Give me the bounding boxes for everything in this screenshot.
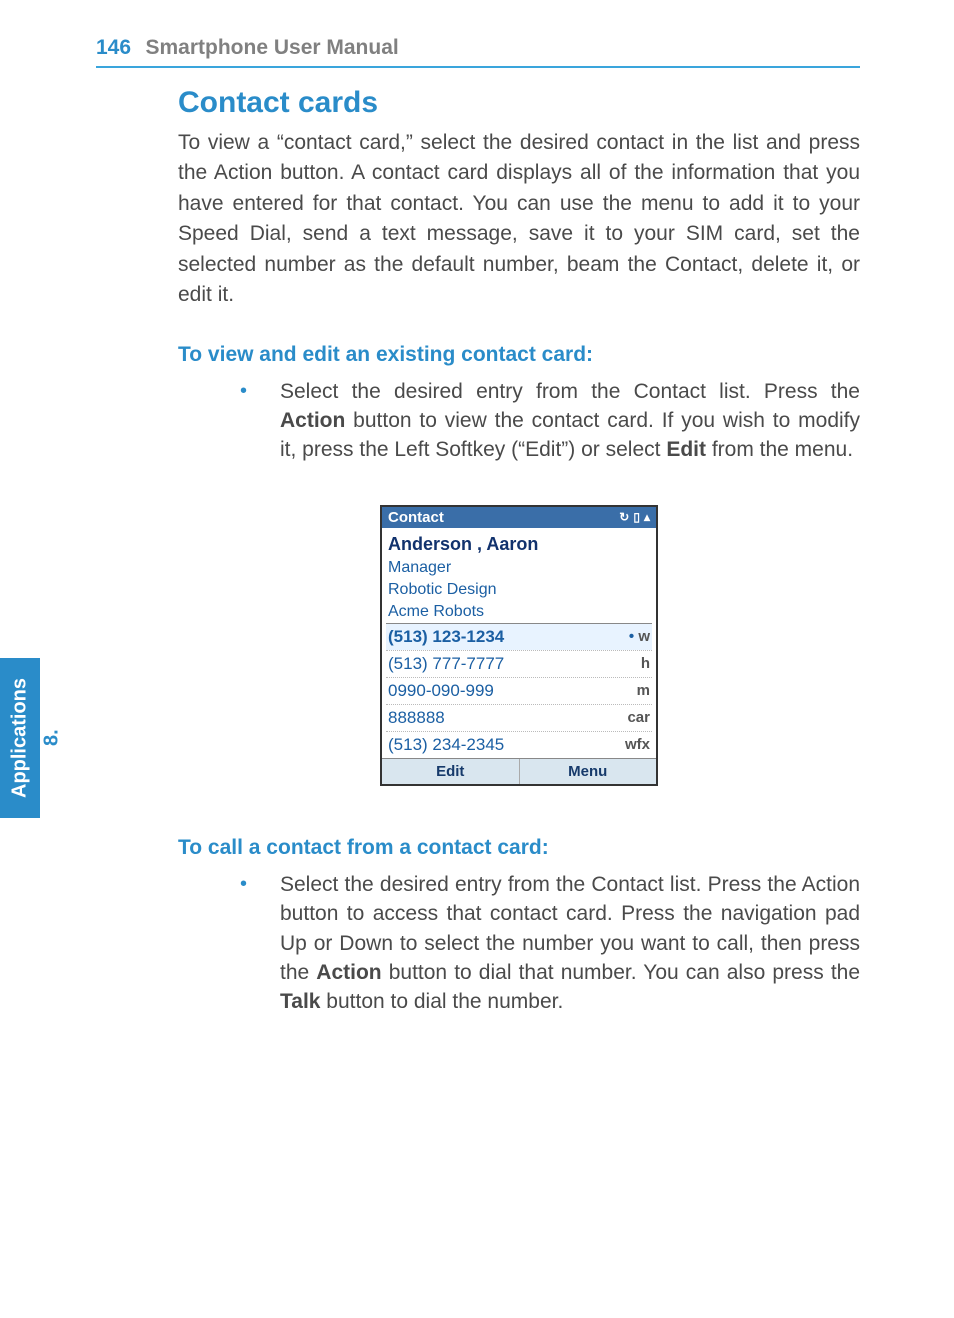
battery-icon: ▯ (633, 510, 640, 524)
subheading-call: To call a contact from a contact card: (178, 836, 860, 860)
phone-titlebar: Contact ↻ ▯ ▴ (382, 507, 656, 528)
contact-line-dept: Robotic Design (386, 579, 652, 601)
phone-number-tag: h (641, 655, 650, 672)
phone-number-row[interactable]: (513) 234-2345 wfx (386, 731, 652, 758)
phone-screenshot: Contact ↻ ▯ ▴ Anderson , Aaron Manager R… (380, 505, 658, 786)
softkey-edit[interactable]: Edit (382, 759, 520, 784)
phone-number: (513) 234-2345 (388, 735, 504, 755)
phone-number-tag: m (637, 682, 650, 699)
main-content: Contact cards To view a “contact card,” … (178, 86, 860, 1057)
section-intro: To view a “contact card,” select the des… (178, 128, 860, 311)
phone-softkey-bar: Edit Menu (382, 758, 656, 784)
phone-body: Anderson , Aaron Manager Robotic Design … (382, 528, 656, 758)
bullet-dot-icon: • (240, 377, 280, 465)
softkey-menu[interactable]: Menu (520, 759, 657, 784)
bullet-text-call: Select the desired entry from the Contac… (280, 870, 860, 1017)
signal-icon: ▴ (644, 510, 650, 524)
sync-icon: ↻ (619, 510, 629, 524)
phone-number-tag: w (629, 628, 650, 645)
side-tab-label: Applications (0, 658, 40, 818)
page-header: 146 Smartphone User Manual (96, 36, 860, 68)
phone-number: 888888 (388, 708, 445, 728)
bullet-view-edit: • Select the desired entry from the Cont… (240, 377, 860, 465)
subheading-view-edit: To view and edit an existing contact car… (178, 343, 860, 367)
phone-status-icons: ↻ ▯ ▴ (619, 510, 650, 524)
bullet-text-view-edit: Select the desired entry from the Contac… (280, 377, 860, 465)
section-title: Contact cards (178, 86, 860, 120)
book-title: Smartphone User Manual (146, 36, 399, 59)
phone-number-row[interactable]: (513) 777-7777 h (386, 650, 652, 677)
phone-number-tag: wfx (625, 736, 650, 753)
phone-number: (513) 777-7777 (388, 654, 504, 674)
phone-number: 0990-090-999 (388, 681, 494, 701)
page-number: 146 (96, 36, 131, 59)
phone-number-row[interactable]: 0990-090-999 m (386, 677, 652, 704)
contact-name: Anderson , Aaron (386, 530, 652, 557)
phone-title: Contact (388, 509, 444, 526)
bullet-dot-icon: • (240, 870, 280, 1017)
contact-line-company: Acme Robots (386, 601, 652, 623)
phone-number-row[interactable]: 888888 car (386, 704, 652, 731)
phone-number-row[interactable]: (513) 123-1234 w (386, 623, 652, 650)
phone-number: (513) 123-1234 (388, 627, 504, 647)
bullet-call: • Select the desired entry from the Cont… (240, 870, 860, 1017)
contact-line-title: Manager (386, 557, 652, 579)
side-tab-number: 8. (40, 658, 64, 818)
phone-number-tag: car (627, 709, 650, 726)
